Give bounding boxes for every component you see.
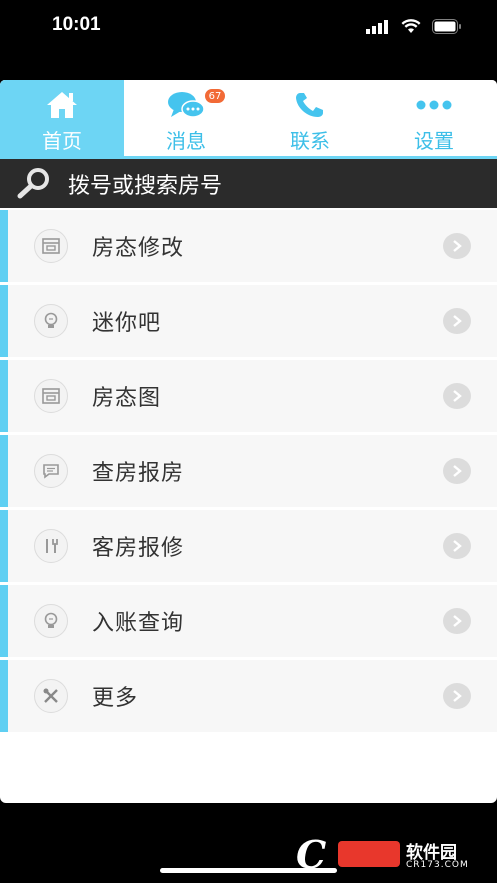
- menu-item-label: 客房报修: [92, 536, 185, 561]
- status-bar: 10:01: [0, 0, 497, 60]
- signal-icon: [366, 19, 388, 34]
- menu-item-repair[interactable]: 客房报修: [0, 510, 497, 582]
- menu-item-room-status-edit[interactable]: 房态修改: [0, 210, 497, 282]
- tab-bar: 首页 67 消息 联系 设置: [0, 80, 497, 159]
- menu-item-label: 迷你吧: [92, 311, 162, 336]
- wrench-icon: [34, 679, 68, 713]
- menu-item-minibar[interactable]: 迷你吧: [0, 285, 497, 357]
- chat-bubbles-icon: [168, 92, 205, 118]
- menu-item-label: 房态图: [92, 386, 162, 411]
- row-accent: [0, 585, 8, 657]
- search-bar[interactable]: 拨号或搜索房号: [0, 159, 497, 208]
- row-accent: [0, 510, 8, 582]
- tab-home-label: 首页: [42, 129, 82, 153]
- menu-item-label: 入账查询: [92, 611, 185, 636]
- row-accent: [0, 210, 8, 282]
- bulb-icon: [34, 304, 68, 338]
- wifi-icon: [401, 19, 421, 33]
- tools-icon: [34, 529, 68, 563]
- tab-home[interactable]: 首页: [0, 80, 124, 156]
- menu-item-label: 房态修改: [92, 236, 185, 261]
- chevron-right-icon: [443, 683, 471, 709]
- chevron-right-icon: [443, 533, 471, 559]
- more-dots-icon: [416, 100, 452, 110]
- row-accent: [0, 285, 8, 357]
- row-accent: [0, 435, 8, 507]
- message-badge: 67: [204, 88, 226, 104]
- tab-messages-label: 消息: [166, 129, 206, 153]
- menu-item-room-status-map[interactable]: 房态图: [0, 360, 497, 432]
- message-icon: [34, 454, 68, 488]
- menu-list: 房态修改 迷你吧 房态图 查房报房 客房报修 入账查询 更多: [0, 210, 497, 735]
- menu-item-label: 查房报房: [92, 461, 185, 486]
- home-icon: [47, 92, 77, 118]
- search-placeholder: 拨号或搜索房号: [68, 174, 223, 199]
- bulb-icon: [34, 604, 68, 638]
- tab-contacts[interactable]: 联系: [248, 80, 372, 156]
- chevron-right-icon: [443, 608, 471, 634]
- chevron-right-icon: [443, 383, 471, 409]
- search-icon: [16, 167, 54, 203]
- chevron-right-icon: [443, 308, 471, 334]
- tab-settings-label: 设置: [414, 129, 454, 153]
- tab-messages[interactable]: 67 消息: [124, 80, 248, 156]
- phone-icon: [296, 93, 323, 117]
- menu-item-label: 更多: [92, 686, 139, 711]
- watermark-emblem: [338, 841, 400, 867]
- row-accent: [0, 660, 8, 732]
- menu-item-billing-query[interactable]: 入账查询: [0, 585, 497, 657]
- app-window: 首页 67 消息 联系 设置 拨号或搜索房号 房态修改 迷你吧 房态图 查房报房…: [0, 80, 497, 803]
- tab-settings[interactable]: 设置: [372, 80, 496, 156]
- status-icons: [366, 19, 462, 34]
- home-indicator[interactable]: [160, 868, 337, 873]
- battery-icon: [432, 19, 461, 34]
- watermark-url: CR173.COM: [406, 860, 469, 870]
- menu-item-more[interactable]: 更多: [0, 660, 497, 732]
- room-status-icon: [34, 379, 68, 413]
- tab-contacts-label: 联系: [290, 129, 330, 153]
- status-time: 10:01: [52, 14, 101, 35]
- room-status-icon: [34, 229, 68, 263]
- menu-item-room-check[interactable]: 查房报房: [0, 435, 497, 507]
- chevron-right-icon: [443, 233, 471, 259]
- row-accent: [0, 360, 8, 432]
- chevron-right-icon: [443, 458, 471, 484]
